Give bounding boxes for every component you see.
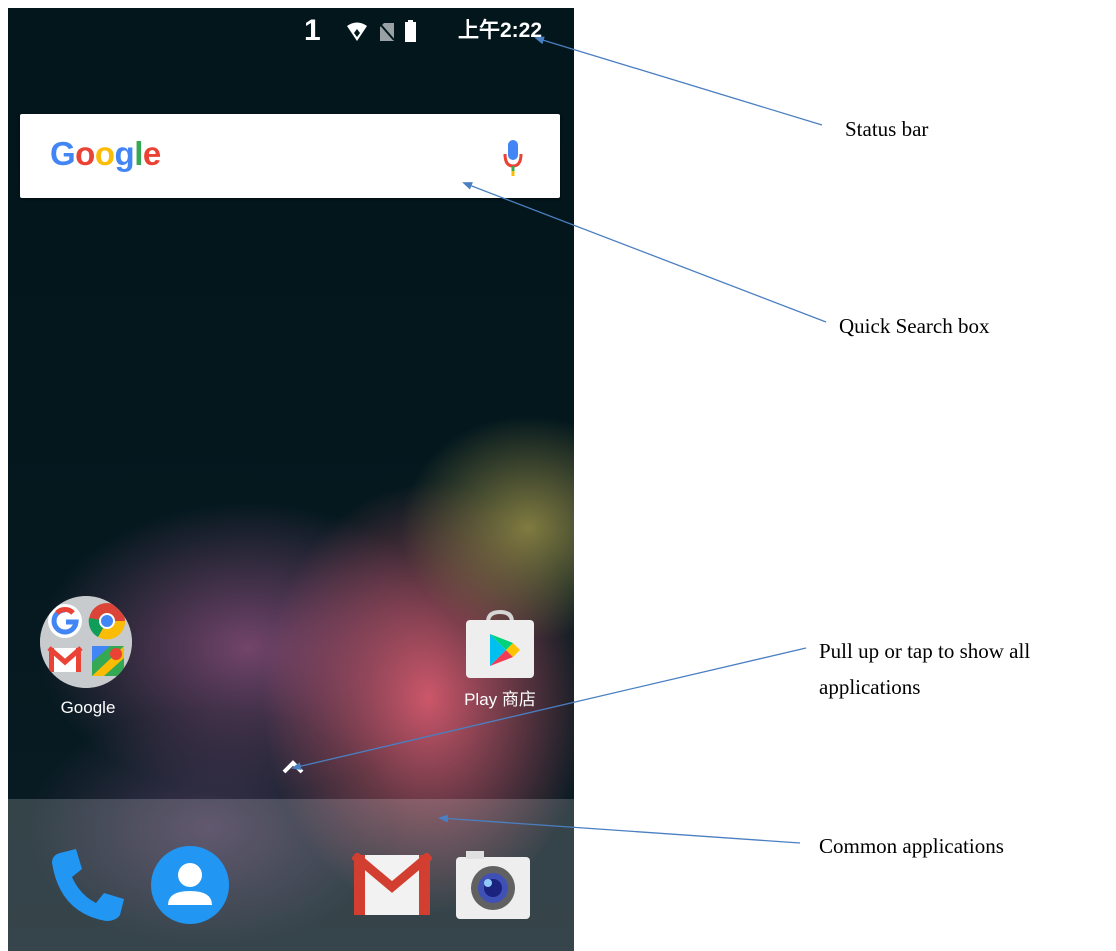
contacts-icon[interactable] [150,845,230,925]
google-folder-label: Google [60,698,116,717]
camera-icon[interactable] [454,849,532,921]
mic-icon[interactable] [502,138,524,178]
play-store-label: Play 商店 [464,690,536,709]
status-time: 上午2:22 [458,19,543,42]
google-logo-letter: o [75,135,95,172]
google-folder-icon [40,596,132,688]
quick-search-box[interactable]: Google [20,114,560,198]
status-bar[interactable]: 1 上午2:22 [8,8,574,58]
play-store-icon [462,609,538,680]
google-logo-letter: e [142,135,161,172]
callout-status-bar: Status bar [845,117,929,141]
google-logo-letter: o [94,135,115,172]
google-logo-letter: l [134,135,143,172]
wifi-icon [347,22,367,41]
google-logo: Google [50,134,161,174]
arrow-status-bar [534,36,823,126]
callout-pull-up-line1: Pull up or tap to show all [819,639,1031,663]
callout-pull-up-line2: applications [819,675,921,699]
battery-icon [405,20,416,42]
phone-icon[interactable] [50,847,126,923]
gmail-icon[interactable] [352,853,432,917]
callout-common-apps: Common applications [819,834,1004,858]
callout-quick-search: Quick Search box [839,314,990,338]
notification-count: 1 [304,14,321,47]
phone-screen: 1 上午2:22 Google Google Play 商店 [8,8,574,951]
dock [8,799,574,951]
no-sim-icon [380,23,394,41]
google-logo-letter: g [114,135,135,172]
google-folder[interactable]: Google [40,596,136,718]
chevron-up-icon[interactable] [281,759,305,775]
play-store-app[interactable]: Play 商店 [440,609,560,710]
google-logo-letter: G [50,135,76,172]
